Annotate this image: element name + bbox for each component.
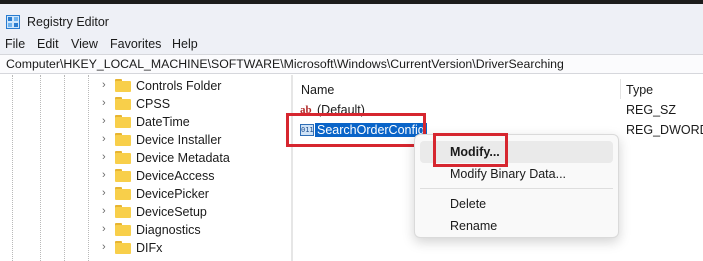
folder-icon xyxy=(115,169,131,182)
chevron-right-icon[interactable]: › xyxy=(102,170,112,181)
tree-item-label: Controls Folder xyxy=(136,79,222,93)
value-type: REG_DWORD xyxy=(626,123,703,137)
menu-favorites[interactable]: Favorites xyxy=(110,37,161,51)
tree-item-label: Device Metadata xyxy=(136,151,230,165)
folder-icon xyxy=(115,115,131,128)
tree-item[interactable]: › DevicePicker xyxy=(0,185,291,203)
tree-item-label: CPSS xyxy=(136,97,171,111)
tree-item-label: DeviceSetup xyxy=(136,205,207,219)
menu-file[interactable]: File xyxy=(5,37,25,51)
chevron-right-icon[interactable]: › xyxy=(102,98,112,109)
value-type: REG_SZ xyxy=(626,103,677,117)
folder-icon xyxy=(115,79,131,92)
menu-separator xyxy=(420,188,613,189)
menu-help[interactable]: Help xyxy=(172,37,198,51)
menu-item-label: Modify Binary Data... xyxy=(450,167,567,181)
menu-item-delete[interactable]: Delete xyxy=(420,193,613,215)
folder-icon xyxy=(115,97,131,110)
tree-item-label: DIFx xyxy=(136,241,163,255)
menu-item-rename[interactable]: Rename xyxy=(420,215,613,237)
tree-item-label: DevicePicker xyxy=(136,187,209,201)
chevron-right-icon[interactable]: › xyxy=(102,224,112,235)
column-divider[interactable] xyxy=(620,79,621,99)
tree-item[interactable]: › DIFx xyxy=(0,239,291,257)
menu-item-label: Delete xyxy=(450,197,487,211)
column-header-name[interactable]: Name xyxy=(301,83,334,97)
tree-item[interactable]: › Device Metadata xyxy=(0,149,291,167)
column-header-type[interactable]: Type xyxy=(626,83,653,97)
chevron-right-icon[interactable]: › xyxy=(102,206,112,217)
chevron-right-icon[interactable]: › xyxy=(102,188,112,199)
tree-item[interactable]: › Controls Folder xyxy=(0,77,291,95)
menu-bar: File Edit View Favorites Help xyxy=(0,34,703,54)
menu-item-label: Rename xyxy=(450,219,498,233)
tree-item-label: Diagnostics xyxy=(136,223,201,237)
chevron-right-icon[interactable]: › xyxy=(102,134,112,145)
window-title: Registry Editor xyxy=(27,15,109,29)
folder-icon xyxy=(115,187,131,200)
folder-icon xyxy=(115,241,131,254)
menu-edit[interactable]: Edit xyxy=(37,37,59,51)
registry-editor-icon xyxy=(6,15,20,29)
highlight-box-value xyxy=(286,113,426,147)
folder-icon xyxy=(115,205,131,218)
tree-item[interactable]: › Diagnostics xyxy=(0,221,291,239)
tree-item[interactable]: › DeviceAccess xyxy=(0,167,291,185)
folder-icon xyxy=(115,133,131,146)
tree-item-label: DeviceAccess xyxy=(136,169,215,183)
highlight-box-modify xyxy=(433,133,508,167)
address-path[interactable]: Computer\HKEY_LOCAL_MACHINE\SOFTWARE\Mic… xyxy=(6,57,564,71)
chevron-right-icon[interactable]: › xyxy=(102,116,112,127)
tree-item-label: DateTime xyxy=(136,115,190,129)
chevron-right-icon[interactable]: › xyxy=(102,80,112,91)
tree-item[interactable]: › DateTime xyxy=(0,113,291,131)
title-bar: Registry Editor xyxy=(0,4,703,34)
tree-item[interactable]: › DeviceSetup xyxy=(0,203,291,221)
tree-item[interactable]: › CPSS xyxy=(0,95,291,113)
chevron-right-icon[interactable]: › xyxy=(102,242,112,253)
menu-view[interactable]: View xyxy=(71,37,98,51)
chevron-right-icon[interactable]: › xyxy=(102,152,112,163)
folder-icon xyxy=(115,151,131,164)
folder-icon xyxy=(115,223,131,236)
tree-item[interactable]: › Device Installer xyxy=(0,131,291,149)
tree-item-label: Device Installer xyxy=(136,133,222,147)
address-bar[interactable]: Computer\HKEY_LOCAL_MACHINE\SOFTWARE\Mic… xyxy=(0,54,703,74)
